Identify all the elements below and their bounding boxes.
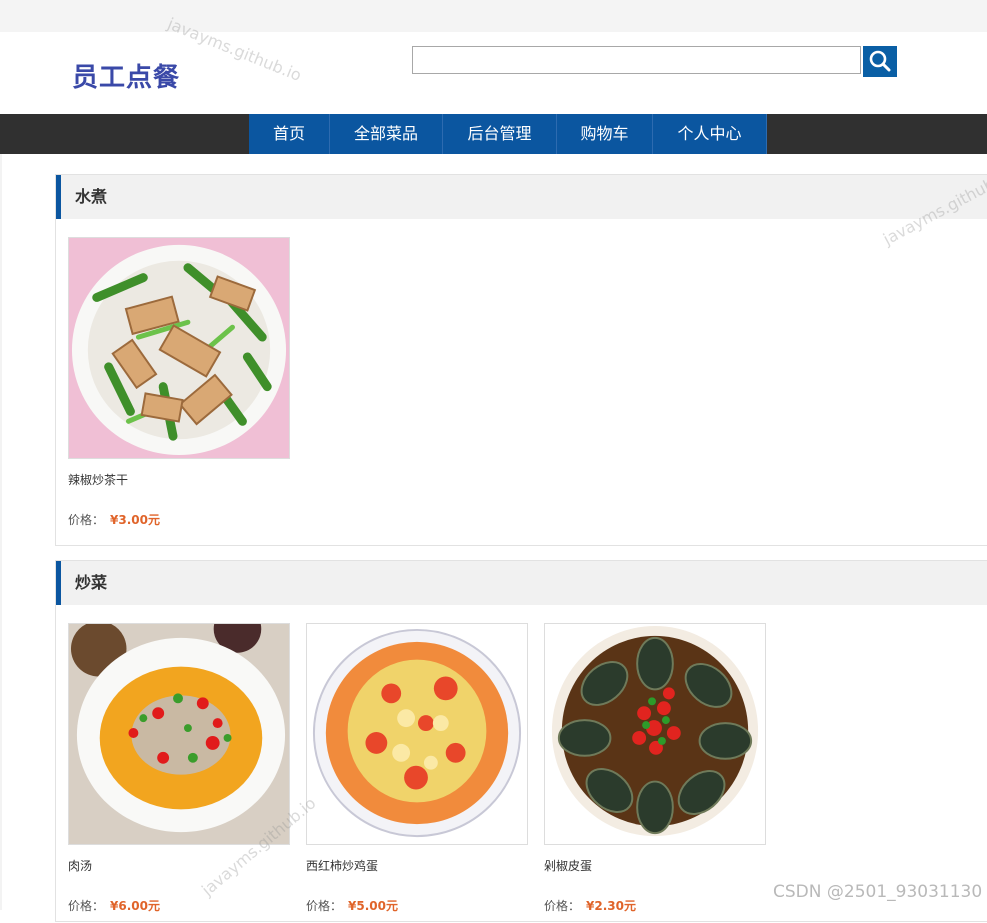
dish-name[interactable]: 剁椒皮蛋 (544, 857, 592, 874)
source-watermark: CSDN @2501_93031130 (773, 882, 983, 902)
header: 员工点餐 (0, 32, 987, 114)
price-label: 价格： (68, 513, 105, 527)
dish-card[interactable]: 辣椒炒茶干 价格： ¥3.00元 (68, 237, 290, 537)
dish-name[interactable]: 肉汤 (68, 857, 92, 874)
search-button[interactable] (863, 46, 897, 77)
nav-item-admin[interactable]: 后台管理 (443, 114, 557, 154)
main-nav: 首页 全部菜品 后台管理 购物车 个人中心 (0, 114, 987, 154)
dish-price: 价格： ¥3.00元 (68, 511, 160, 528)
category-section: 炒菜 肉汤 价格： ¥6.00元 西红柿炒鸡蛋 价格： ¥5.00元 剁椒皮蛋 … (55, 560, 987, 922)
dish-name[interactable]: 辣椒炒茶干 (68, 471, 128, 488)
price-amount: ¥5.00元 (348, 899, 398, 913)
dish-card[interactable]: 肉汤 价格： ¥6.00元 (68, 623, 290, 923)
nav-item-home[interactable]: 首页 (249, 114, 330, 154)
search-input[interactable] (412, 46, 861, 74)
price-amount: ¥3.00元 (110, 513, 160, 527)
left-divider (0, 154, 2, 910)
nav-item-all-dishes[interactable]: 全部菜品 (330, 114, 443, 154)
price-label: 价格： (68, 899, 105, 913)
nav-item-profile[interactable]: 个人中心 (653, 114, 767, 154)
price-amount: ¥6.00元 (110, 899, 160, 913)
category-title: 水煮 (56, 175, 987, 219)
dish-name[interactable]: 西红柿炒鸡蛋 (306, 857, 378, 874)
price-amount: ¥2.30元 (586, 899, 636, 913)
dish-card[interactable]: 西红柿炒鸡蛋 价格： ¥5.00元 (306, 623, 528, 923)
top-strip (0, 0, 987, 32)
price-label: 价格： (544, 899, 581, 913)
nav-item-cart[interactable]: 购物车 (557, 114, 653, 154)
dish-price: 价格： ¥2.30元 (544, 897, 636, 914)
dish-price: 价格： ¥5.00元 (306, 897, 398, 914)
category-section: 水煮 辣椒炒茶干 价格： ¥3.00元 (55, 174, 987, 546)
category-title: 炒菜 (56, 561, 987, 605)
site-logo[interactable]: 员工点餐 (72, 57, 180, 94)
dish-image[interactable] (68, 237, 290, 459)
search-icon (869, 50, 891, 72)
dish-image[interactable] (68, 623, 290, 845)
dish-image[interactable] (306, 623, 528, 845)
dish-image[interactable] (544, 623, 766, 845)
dish-card[interactable]: 剁椒皮蛋 价格： ¥2.30元 (544, 623, 766, 923)
dish-price: 价格： ¥6.00元 (68, 897, 160, 914)
price-label: 价格： (306, 899, 343, 913)
